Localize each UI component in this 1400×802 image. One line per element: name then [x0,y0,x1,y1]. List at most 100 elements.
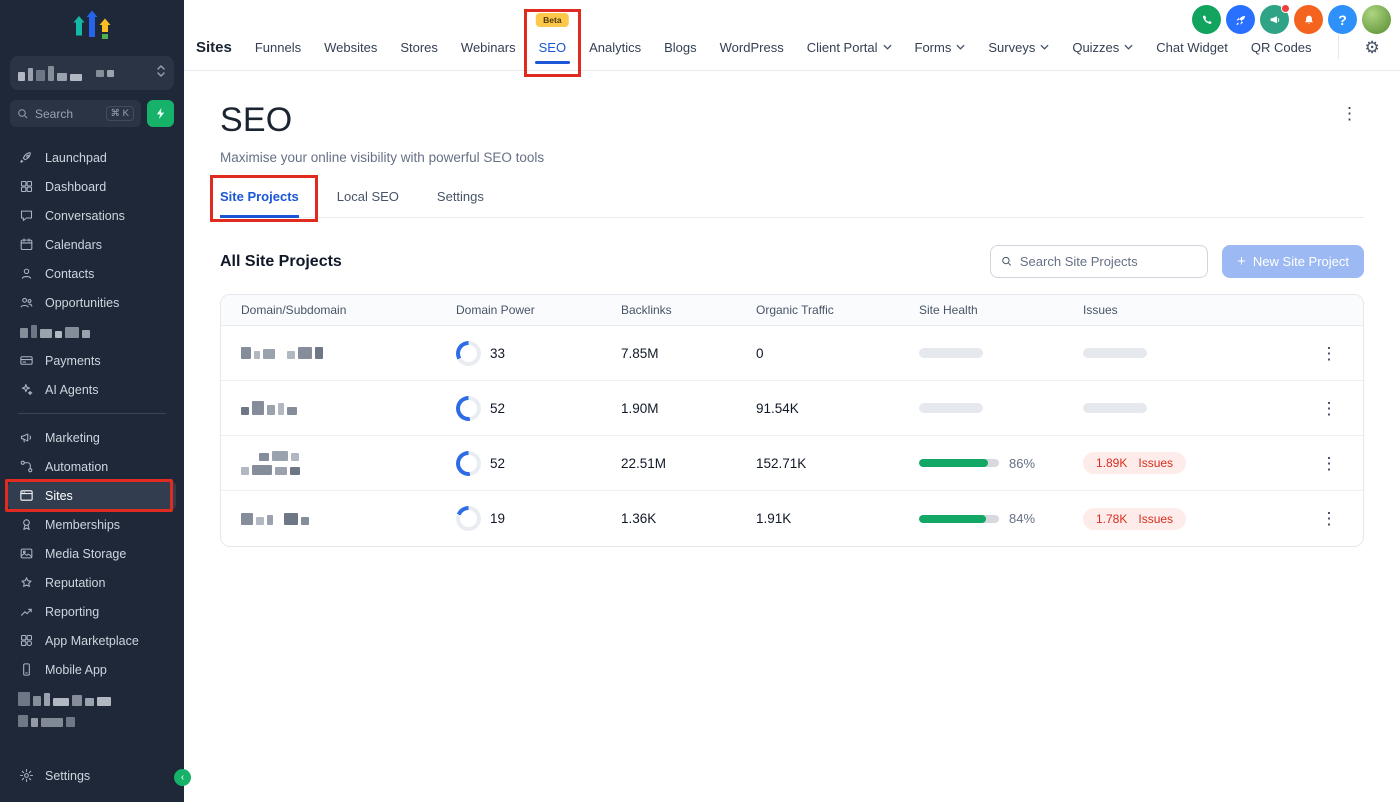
sidebar-item-settings[interactable]: Settings [8,761,176,790]
domain-cell-redacted [221,401,456,415]
topnav-settings-gear-button[interactable]: ⚙ [1365,39,1380,56]
announcements-button[interactable] [1260,5,1289,34]
sidebar-item-sites[interactable]: Sites [8,481,176,510]
rocket-button[interactable] [1226,5,1255,34]
account-switcher[interactable] [10,56,174,90]
contacts-icon [18,266,35,281]
site-health-cell: 84% [919,511,1083,526]
skeleton-placeholder [1083,403,1147,413]
sidebar-item-marketing[interactable]: Marketing [8,423,176,452]
redacted-label [18,692,111,706]
sidebar: Search ⌘ K Launchpad Dashboard Conversat… [0,0,184,802]
launchpad-icon [18,150,35,165]
topnav-tab-funnels[interactable]: Funnels [255,40,301,55]
topnav-tab-seo[interactable]: Beta SEO [539,40,566,55]
table-row: 33 7.85M 0 ⋮ [221,326,1363,381]
search-icon [17,108,29,120]
sidebar-item-mobile-app[interactable]: Mobile App [8,655,176,684]
issues-badge[interactable]: 1.78K Issues [1083,508,1186,530]
seo-page: SEO ⋮ Maximise your online visibility wi… [184,71,1400,802]
topnav-tab-wordpress[interactable]: WordPress [720,40,784,55]
seo-tabs: Site Projects Local SEO Settings [220,189,1364,218]
topnav-tab-forms[interactable]: Forms [915,40,966,55]
site-health-cell [919,401,1083,416]
page-title: SEO [220,101,292,140]
issues-cell: 1.89K Issues [1083,452,1295,474]
col-backlinks: Backlinks [621,303,756,317]
sidebar-item-partial[interactable] [8,713,176,728]
sidebar-item-launchpad[interactable]: Launchpad [8,143,176,172]
sidebar-item-reputation[interactable]: Reputation [8,568,176,597]
notifications-button[interactable] [1294,5,1323,34]
sidebar-item-calendars[interactable]: Calendars [8,230,176,259]
site-projects-search[interactable] [990,245,1208,278]
notification-dot [1281,4,1290,13]
topnav-tab-chat-widget[interactable]: Chat Widget [1156,40,1228,55]
table-row: 52 22.51M 152.71K 86% 1.89K Issues ⋮ [221,436,1363,491]
phone-icon [1200,13,1214,27]
issues-badge[interactable]: 1.89K Issues [1083,452,1186,474]
new-site-project-button[interactable]: + New Site Project [1222,245,1364,278]
site-projects-table: Domain/Subdomain Domain Power Backlinks … [220,294,1364,547]
tab-settings[interactable]: Settings [437,189,484,217]
sidebar-item-dashboard[interactable]: Dashboard [8,172,176,201]
domain-power-gauge [456,506,481,531]
sidebar-item-app-marketplace[interactable]: App Marketplace [8,626,176,655]
sidebar-item-redacted-2[interactable] [8,684,176,713]
user-avatar[interactable] [1362,5,1391,34]
row-actions-button[interactable]: ⋮ [1315,506,1344,531]
app-logo [0,0,184,46]
page-subtitle: Maximise your online visibility with pow… [220,150,1364,165]
topnav-tab-webinars[interactable]: Webinars [461,40,516,55]
topnav-tab-qr-codes[interactable]: QR Codes [1251,40,1312,55]
domain-cell-redacted [221,451,456,475]
table-row: 19 1.36K 1.91K 84% 1.78K Issues ⋮ [221,491,1363,546]
domain-cell-redacted [221,513,456,525]
topnav-tab-surveys[interactable]: Surveys [988,40,1049,55]
sidebar-item-ai-agents[interactable]: AI Agents [8,375,176,404]
redacted-label [20,325,90,338]
sidebar-divider [18,413,166,414]
topnav-tab-websites[interactable]: Websites [324,40,377,55]
chevron-down-icon [956,44,965,50]
sidebar-item-contacts[interactable]: Contacts [8,259,176,288]
sidebar-item-reporting[interactable]: Reporting [8,597,176,626]
topnav-tab-blogs[interactable]: Blogs [664,40,697,55]
topnav-tab-quizzes[interactable]: Quizzes [1072,40,1133,55]
col-site-health: Site Health [919,303,1083,317]
site-health-cell: 86% [919,456,1083,471]
lightning-icon [155,107,166,120]
topnav-tab-client-portal[interactable]: Client Portal [807,40,892,55]
site-projects-search-input[interactable] [1020,254,1197,269]
sites-icon [18,488,35,503]
sidebar-item-redacted-1[interactable] [8,317,176,346]
site-health-bar [919,459,999,467]
skeleton-placeholder [1083,348,1147,358]
sidebar-item-payments[interactable]: Payments [8,346,176,375]
sidebar-item-media-storage[interactable]: Media Storage [8,539,176,568]
row-actions-button[interactable]: ⋮ [1315,451,1344,476]
topnav-tab-stores[interactable]: Stores [400,40,438,55]
skeleton-placeholder [919,348,983,358]
tab-site-projects[interactable]: Site Projects [220,189,299,218]
organic-traffic-cell: 91.54K [756,401,919,416]
chevron-down-icon [1040,44,1049,50]
tab-local-seo[interactable]: Local SEO [337,189,399,217]
phone-button[interactable] [1192,5,1221,34]
sidebar-collapse-button[interactable]: ‹ [174,769,191,786]
row-actions-button[interactable]: ⋮ [1315,396,1344,421]
megaphone-icon [1268,13,1282,27]
organic-traffic-cell: 1.91K [756,511,919,526]
quick-actions-button[interactable] [147,100,174,127]
sidebar-item-automation[interactable]: Automation [8,452,176,481]
topnav-tab-analytics[interactable]: Analytics [589,40,641,55]
help-button[interactable]: ? [1328,5,1357,34]
sidebar-search-input[interactable]: Search ⌘ K [10,100,141,127]
row-actions-button[interactable]: ⋮ [1315,341,1344,366]
sidebar-item-opportunities[interactable]: Opportunities [8,288,176,317]
sidebar-item-memberships[interactable]: Memberships [8,510,176,539]
topnav-section-sites[interactable]: Sites [196,39,232,56]
page-actions-button[interactable]: ⋮ [1335,101,1364,126]
domain-power-cell: 52 [456,451,621,476]
sidebar-item-conversations[interactable]: Conversations [8,201,176,230]
